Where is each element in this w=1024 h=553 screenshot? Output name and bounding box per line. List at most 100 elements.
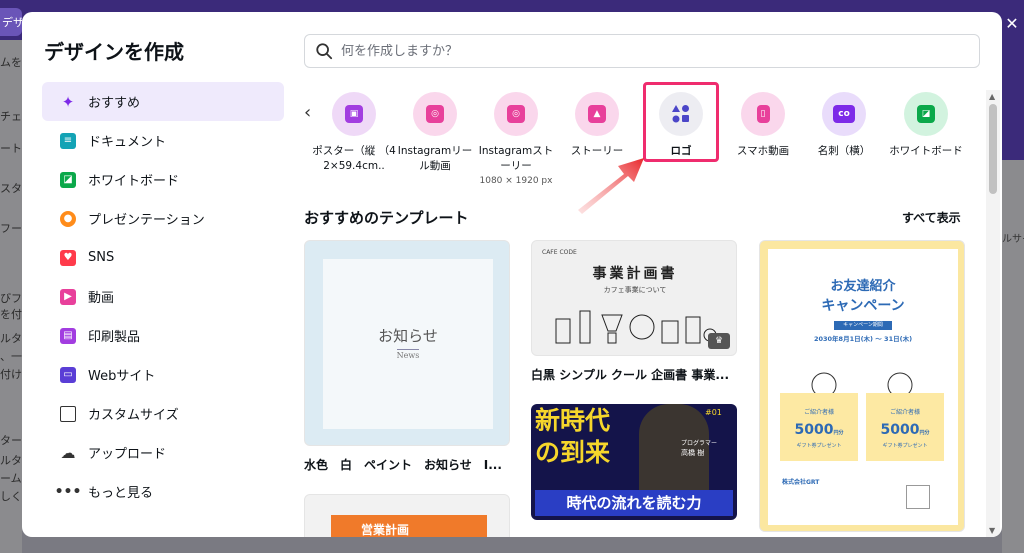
- reward-gift: ギフト券プレゼント: [882, 443, 928, 449]
- template-inner-brand: CAFE CODE: [542, 249, 577, 256]
- sidebar-item-label: Webサイト: [88, 369, 156, 384]
- category-business-card[interactable]: co 名刺（横）: [802, 92, 886, 159]
- story-icon: ▲: [575, 92, 619, 136]
- category-instagram-story[interactable]: ◎ Instagramストーリー 1080 × 1920 px: [474, 92, 558, 186]
- template-inner-role: プログラマー: [681, 440, 718, 447]
- close-icon[interactable]: ✕: [1002, 14, 1022, 34]
- scrollbar[interactable]: ▲ ▼: [986, 90, 1000, 537]
- sidebar-item-video[interactable]: ▶ 動画: [42, 277, 284, 316]
- video-icon: ▶: [60, 288, 76, 305]
- presentation-icon: ●: [60, 210, 76, 227]
- search-box[interactable]: [304, 34, 980, 68]
- see-all-link[interactable]: すべて表示: [902, 209, 961, 226]
- document-icon: ≡: [60, 132, 76, 149]
- sidebar-item-more[interactable]: ••• もっと見る: [42, 472, 284, 511]
- sidebar-item-print[interactable]: ▤ 印刷製品: [42, 316, 284, 355]
- scroll-thumb[interactable]: [989, 104, 997, 194]
- bg-text: ームの: [0, 472, 22, 485]
- template-inner-name: 高橋 樹: [681, 449, 705, 457]
- reward-label: ご紹介者様: [803, 409, 834, 416]
- bg-text: ルタ: [0, 454, 22, 467]
- template-inner-title: お知らせ: [378, 327, 438, 345]
- template-card[interactable]: CAFE CODE 事業計画書 カフェ事業について ♛: [531, 240, 737, 356]
- template-card[interactable]: お知らせ News: [304, 240, 510, 446]
- cafe-illustration: [555, 310, 717, 344]
- logo-highlight-box: [643, 82, 719, 162]
- template-card[interactable]: お友達紹介 キャンペーン キャンペーン期間 2030年8月1日(木) ～ 31日…: [759, 240, 965, 532]
- template-card[interactable]: 新時代 の到来 #01 プログラマー 高橋 樹 時代の流れを読む力: [531, 404, 737, 520]
- bg-text: びフ: [0, 292, 22, 305]
- category-label: 名刺（横）: [817, 145, 871, 157]
- template-card[interactable]: 営業計画: [304, 494, 510, 537]
- bg-text: ルサイ: [1002, 234, 1024, 245]
- bg-text: を付: [0, 308, 22, 321]
- sidebar-item-label: カスタムサイズ: [88, 408, 179, 423]
- bg-text: ムを: [0, 56, 22, 69]
- whiteboard-icon: ◪: [904, 92, 948, 136]
- bg-text: ート: [0, 142, 22, 155]
- app-tab-design: デザイン: [0, 8, 22, 36]
- template-inner-title: 事業計画書: [592, 266, 678, 282]
- sidebar-item-label: アップロード: [88, 447, 167, 462]
- instagram-story-icon: ◎: [494, 92, 538, 136]
- category-label: Instagramストーリー: [478, 145, 554, 172]
- category-story[interactable]: ▲ ストーリー: [555, 92, 639, 159]
- app-right-banner: [1002, 40, 1024, 160]
- printer-icon: ▤: [60, 327, 76, 344]
- category-label: ホワイトボード: [889, 145, 963, 157]
- category-label: Instagramリール動画: [397, 145, 473, 172]
- sparkle-icon: ✦: [61, 92, 75, 111]
- template-inner-date: 2030年8月1日(木) ～ 31日(木): [813, 335, 913, 343]
- section-title: おすすめのテンプレート: [304, 209, 469, 227]
- sidebar-item-website[interactable]: ▭ Webサイト: [42, 355, 284, 394]
- template-inner-line1: 新時代: [535, 406, 611, 435]
- category-whiteboard[interactable]: ◪ ホワイトボード: [884, 92, 968, 159]
- category-phone-video[interactable]: ▯ スマホ動画: [721, 92, 805, 159]
- business-card-icon: co: [822, 92, 866, 136]
- custom-size-icon: [60, 405, 76, 422]
- create-design-modal: デザインを作成 ✦ おすすめ ≡ ドキュメント ◪ ホワイトボード ● プレゼン…: [22, 12, 1002, 537]
- modal-title: デザインを作成: [44, 40, 184, 64]
- chevron-left-icon[interactable]: ‹: [304, 102, 311, 123]
- sidebar-item-label: おすすめ: [88, 96, 141, 111]
- sidebar-item-document[interactable]: ≡ ドキュメント: [42, 121, 284, 160]
- search-input[interactable]: [341, 43, 979, 59]
- upload-icon: ☁: [60, 443, 76, 462]
- template-inner-tag: #01: [705, 408, 722, 417]
- bg-text: スタ: [0, 182, 22, 195]
- template-inner-line2: の到来: [535, 438, 611, 467]
- sidebar-item-recommended[interactable]: ✦ おすすめ: [42, 82, 284, 121]
- sidebar-item-upload[interactable]: ☁ アップロード: [42, 433, 284, 472]
- sidebar-item-label: もっと見る: [88, 486, 154, 501]
- category-poster[interactable]: ▣ ポスター（縦 （42×59.4cm..: [312, 92, 396, 174]
- template-label[interactable]: 白黒 シンプル クール 企画書 事業...: [531, 366, 737, 383]
- phone-video-icon: ▯: [741, 92, 785, 136]
- whiteboard-icon: ◪: [60, 171, 76, 188]
- scroll-down-icon[interactable]: ▼: [989, 526, 995, 535]
- heart-icon: ♥: [60, 249, 76, 266]
- bg-text: ルタ: [0, 332, 22, 345]
- category-size: 1080 × 1920 px: [479, 176, 553, 186]
- bg-text: ターを: [0, 434, 22, 447]
- sidebar-item-sns[interactable]: ♥ SNS: [42, 238, 284, 277]
- search-icon: [316, 43, 333, 60]
- template-thumbnail: 営業計画: [331, 515, 487, 537]
- reward-box-right: ご紹介者様 5000円分 ギフト券プレゼント: [866, 393, 944, 461]
- bg-text: 、一: [0, 350, 22, 363]
- crown-icon: ♛: [708, 333, 730, 349]
- sidebar-item-custom-size[interactable]: カスタムサイズ: [42, 394, 284, 433]
- category-instagram-reel[interactable]: ◎ Instagramリール動画: [393, 92, 477, 174]
- bg-text: 付け: [0, 368, 22, 381]
- bg-text: フー: [0, 222, 22, 235]
- poster-icon: ▣: [332, 92, 376, 136]
- template-label[interactable]: 水色 白 ペイント お知らせ I...: [304, 456, 510, 473]
- reward-value: 5000円分: [794, 422, 844, 438]
- sidebar-item-presentation[interactable]: ● プレゼンテーション: [42, 199, 284, 238]
- instagram-reel-icon: ◎: [413, 92, 457, 136]
- template-inner-headline: 新時代 の到来: [531, 404, 641, 492]
- scroll-up-icon[interactable]: ▲: [989, 92, 995, 101]
- reward-value: 5000円分: [880, 422, 930, 438]
- reward-label: ご紹介者様: [889, 409, 920, 416]
- sidebar-item-whiteboard[interactable]: ◪ ホワイトボード: [42, 160, 284, 199]
- template-inner-title2: キャンペーン: [821, 298, 905, 314]
